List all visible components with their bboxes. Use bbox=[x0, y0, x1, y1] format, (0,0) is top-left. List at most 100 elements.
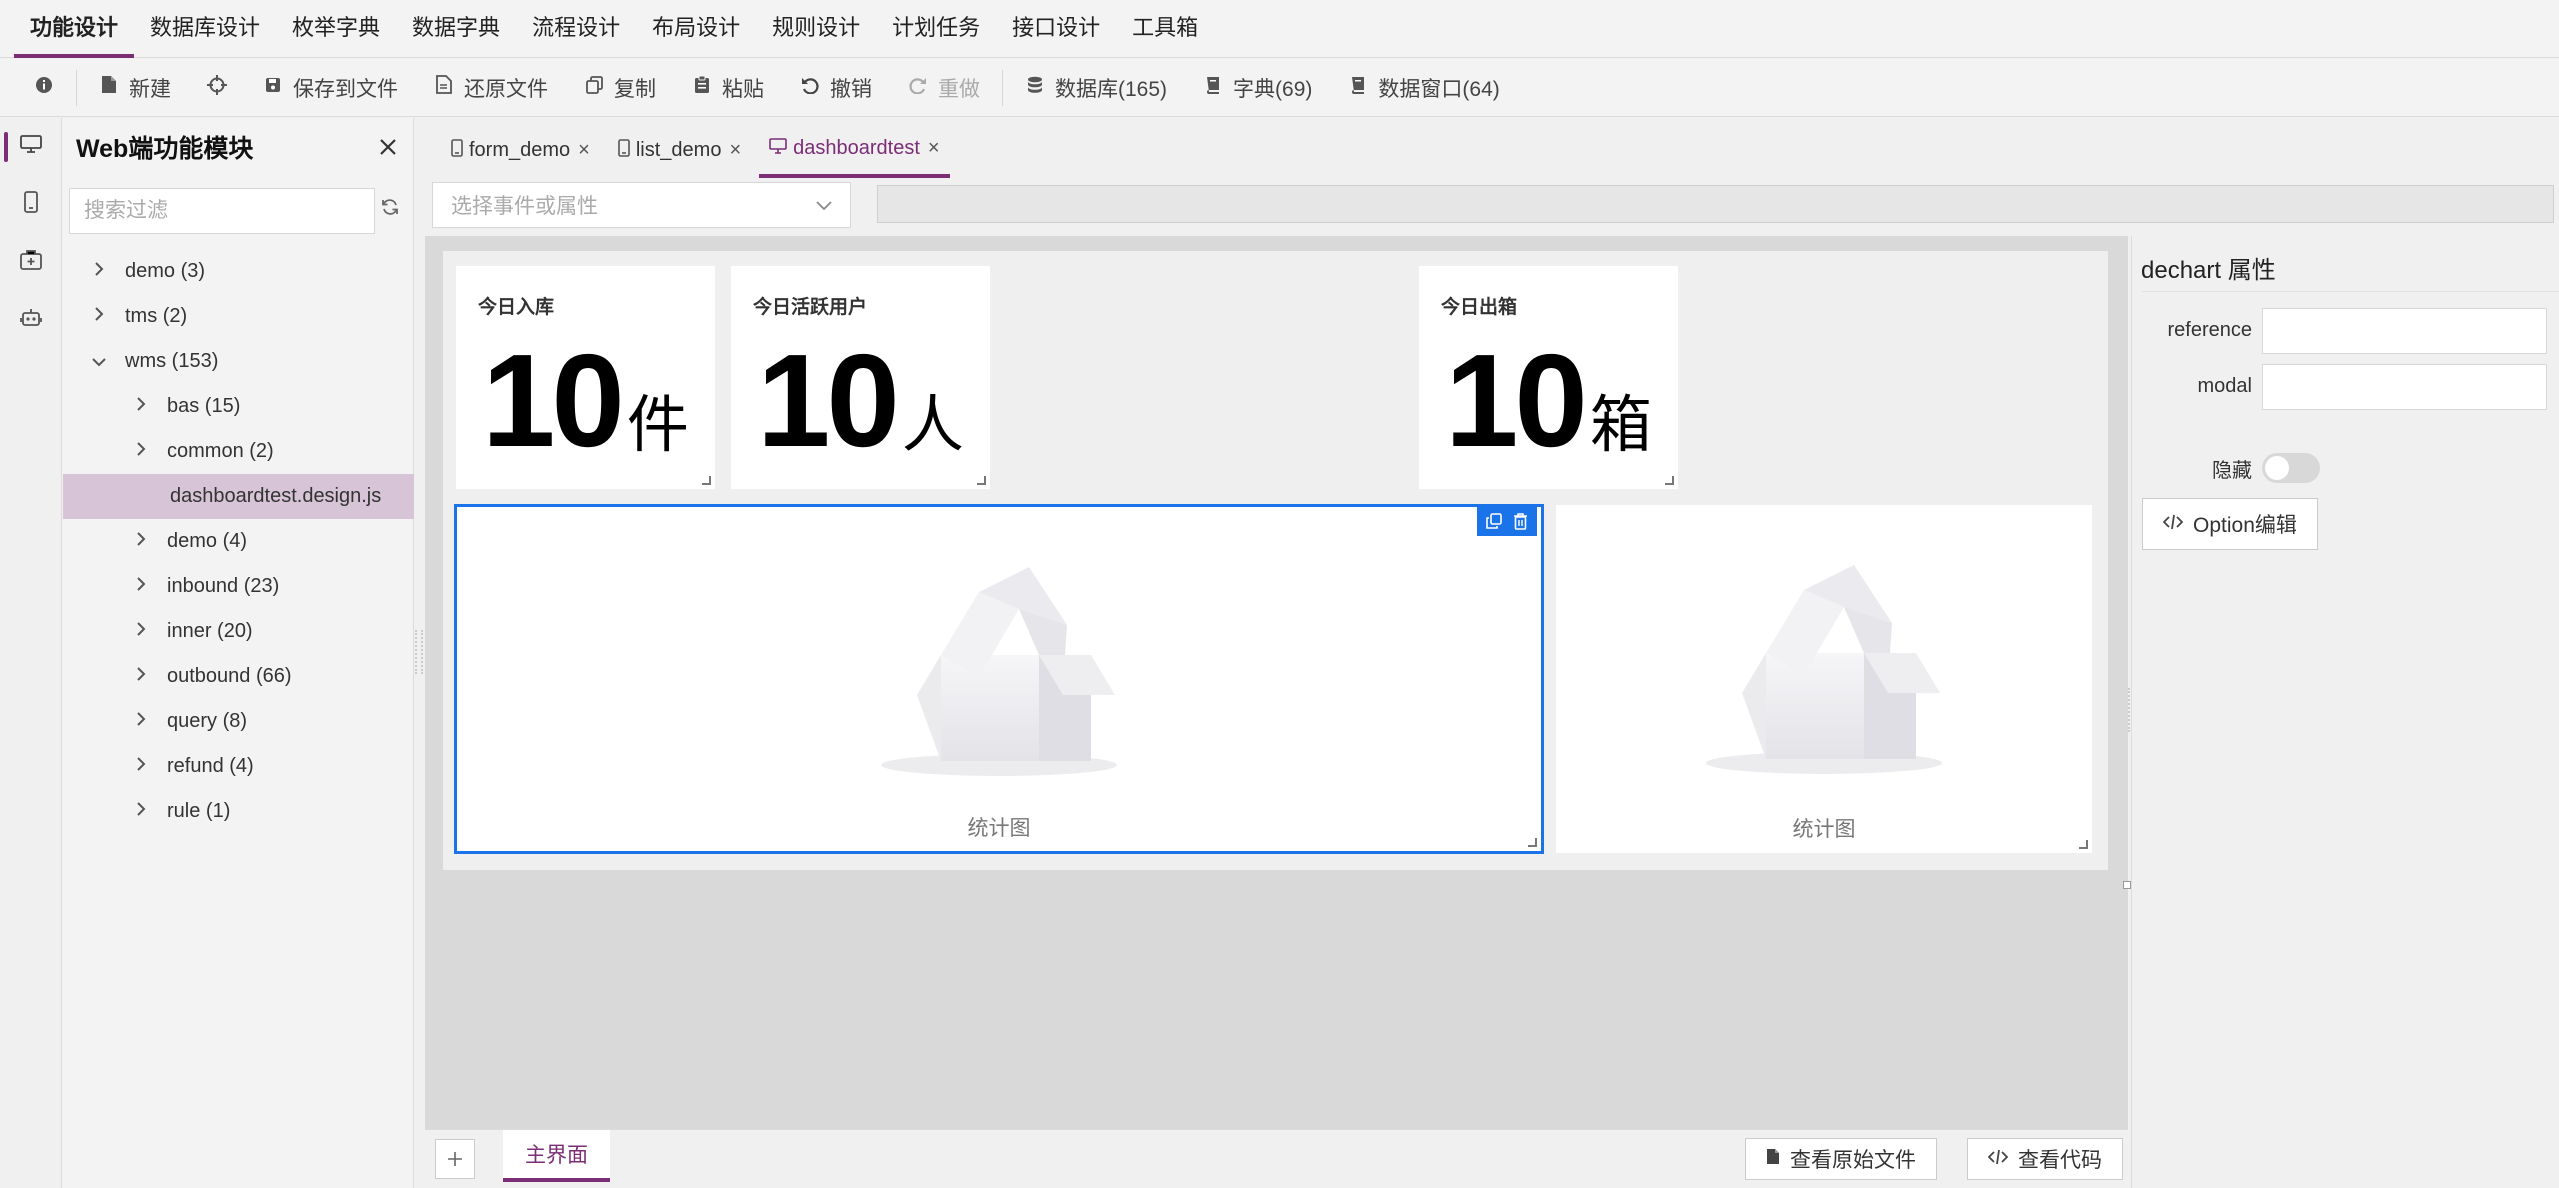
mobile-icon bbox=[24, 191, 38, 219]
database-button[interactable]: 数据库(165) bbox=[1007, 59, 1185, 117]
book-icon bbox=[1203, 76, 1223, 100]
tree-node-refund[interactable]: refund (4) bbox=[63, 744, 414, 789]
chart-widget-selected[interactable]: 统计图 bbox=[454, 504, 1544, 854]
tree-search-input[interactable] bbox=[69, 188, 375, 234]
view-code-button[interactable]: 查看代码 bbox=[1967, 1138, 2123, 1180]
rail-service-module[interactable] bbox=[0, 292, 62, 350]
redo-label: 重做 bbox=[938, 77, 980, 101]
stat-card-outbound[interactable]: 今日出箱 10 箱 bbox=[1419, 266, 1678, 489]
dashboard-surface[interactable]: 今日入库 10 件 今日活跃用户 10 人 今日出箱 10 箱 统计图 统计图 bbox=[443, 251, 2131, 889]
medkit-icon bbox=[20, 250, 42, 276]
menu-data-dictionary[interactable]: 数据字典 bbox=[396, 0, 516, 58]
tree-node-rule[interactable]: rule (1) bbox=[63, 789, 414, 834]
add-page-button[interactable] bbox=[435, 1139, 475, 1179]
chevron-right-icon bbox=[131, 666, 151, 687]
tree-node-inbound[interactable]: inbound (23) bbox=[63, 564, 414, 609]
close-tab-icon[interactable]: × bbox=[928, 137, 940, 160]
menu-scheduled-tasks[interactable]: 计划任务 bbox=[876, 0, 996, 58]
expression-editor[interactable] bbox=[877, 185, 2554, 223]
robot-icon bbox=[20, 307, 42, 335]
option-edit-button[interactable]: Option编辑 bbox=[2142, 498, 2318, 550]
resize-handle[interactable] bbox=[977, 476, 986, 485]
trash-icon[interactable] bbox=[1507, 508, 1533, 534]
tree-node-common[interactable]: common (2) bbox=[63, 429, 414, 474]
hidden-toggle[interactable] bbox=[2262, 453, 2320, 483]
page-tab-main[interactable]: 主界面 bbox=[503, 1130, 610, 1182]
modal-label: modal bbox=[2197, 375, 2252, 397]
panel-header: Web端功能模块 bbox=[63, 118, 413, 176]
stat-unit: 人 bbox=[901, 391, 964, 460]
resize-handle[interactable] bbox=[702, 476, 711, 485]
tab-form-demo[interactable]: form_demo × bbox=[441, 122, 600, 178]
menu-layout-design[interactable]: 布局设计 bbox=[636, 0, 756, 58]
tab-dashboardtest[interactable]: dashboardtest × bbox=[759, 122, 950, 178]
mobile-icon bbox=[618, 138, 630, 162]
info-button[interactable] bbox=[16, 59, 72, 117]
document-tabs: form_demo × list_demo × dashboardtest × bbox=[425, 118, 2559, 178]
copy-icon bbox=[584, 75, 604, 100]
tab-list-demo[interactable]: list_demo × bbox=[608, 122, 751, 178]
dictionary-label: 字典(69) bbox=[1233, 77, 1313, 101]
stat-number: 10 bbox=[1445, 327, 1588, 474]
chart-widget[interactable]: 统计图 bbox=[1556, 505, 2092, 853]
redo-icon bbox=[908, 76, 928, 100]
tree-node-outbound[interactable]: outbound (66) bbox=[63, 654, 414, 699]
stat-card-inbound[interactable]: 今日入库 10 件 bbox=[456, 266, 715, 489]
tree-node-query[interactable]: query (8) bbox=[63, 699, 414, 744]
option-edit-label: Option编辑 bbox=[2193, 514, 2297, 537]
rail-mobile-module[interactable] bbox=[0, 176, 62, 234]
redo-button[interactable]: 重做 bbox=[890, 59, 998, 117]
menu-function-design[interactable]: 功能设计 bbox=[14, 0, 135, 58]
book-icon bbox=[1348, 76, 1368, 100]
chevron-right-icon bbox=[89, 261, 109, 282]
menu-interface-design[interactable]: 接口设计 bbox=[996, 0, 1116, 58]
tree-node-tms[interactable]: tms (2) bbox=[63, 294, 414, 339]
code-icon bbox=[1987, 1149, 2009, 1170]
panel-resize-handle[interactable] bbox=[415, 630, 423, 674]
reference-input[interactable] bbox=[2262, 308, 2547, 354]
menu-database-design[interactable]: 数据库设计 bbox=[134, 0, 276, 58]
dictionary-button[interactable]: 字典(69) bbox=[1185, 59, 1330, 117]
rail-web-module[interactable] bbox=[0, 118, 62, 176]
tree-node-inner[interactable]: inner (20) bbox=[63, 609, 414, 654]
tree-node-wms[interactable]: wms (153) bbox=[63, 339, 414, 384]
save-to-file-button[interactable]: 保存到文件 bbox=[245, 59, 416, 117]
tree-node-label: tms (2) bbox=[125, 305, 188, 327]
event-property-select[interactable]: 选择事件或属性 bbox=[432, 182, 851, 228]
tree-node-dashboardtest-file[interactable]: dashboardtest.design.js bbox=[63, 474, 414, 519]
restore-file-button[interactable]: 还原文件 bbox=[416, 59, 566, 117]
tree-node-demo[interactable]: demo (3) bbox=[63, 249, 414, 294]
panel-title: Web端功能模块 bbox=[76, 135, 254, 163]
info-icon bbox=[34, 76, 54, 100]
surface-resize-handle[interactable] bbox=[2123, 881, 2131, 889]
menu-enum-dictionary[interactable]: 枚举字典 bbox=[276, 0, 396, 58]
view-source-file-button[interactable]: 查看原始文件 bbox=[1745, 1138, 1937, 1180]
menu-rule-design[interactable]: 规则设计 bbox=[756, 0, 876, 58]
tree-node-bas[interactable]: bas (15) bbox=[63, 384, 414, 429]
close-icon[interactable] bbox=[379, 132, 397, 163]
undo-label: 撤销 bbox=[830, 77, 872, 101]
new-button[interactable]: 新建 bbox=[81, 59, 189, 117]
database-label: 数据库(165) bbox=[1055, 77, 1168, 101]
menu-toolbox[interactable]: 工具箱 bbox=[1116, 0, 1214, 58]
data-window-button[interactable]: 数据窗口(64) bbox=[1330, 59, 1517, 117]
resize-handle[interactable] bbox=[1665, 476, 1674, 485]
copy-button[interactable]: 复制 bbox=[566, 59, 674, 117]
duplicate-icon[interactable] bbox=[1481, 508, 1507, 534]
resize-handle[interactable] bbox=[1528, 838, 1537, 847]
stat-value: 10 人 bbox=[757, 326, 964, 476]
refresh-icon[interactable] bbox=[381, 198, 399, 222]
paste-button[interactable]: 粘贴 bbox=[674, 59, 782, 117]
close-tab-icon[interactable]: × bbox=[578, 139, 590, 162]
tree-node-wms-demo[interactable]: demo (4) bbox=[63, 519, 414, 564]
locate-button[interactable] bbox=[189, 59, 245, 117]
menu-flow-design[interactable]: 流程设计 bbox=[516, 0, 636, 58]
rail-plugin-module[interactable] bbox=[0, 234, 62, 292]
undo-button[interactable]: 撤销 bbox=[782, 59, 890, 117]
modal-input[interactable] bbox=[2262, 364, 2547, 410]
tree-node-label: demo (3) bbox=[125, 260, 206, 282]
close-tab-icon[interactable]: × bbox=[729, 139, 741, 162]
stat-card-active-users[interactable]: 今日活跃用户 10 人 bbox=[731, 266, 990, 489]
resize-handle[interactable] bbox=[2079, 840, 2088, 849]
crosshair-icon bbox=[207, 74, 227, 101]
